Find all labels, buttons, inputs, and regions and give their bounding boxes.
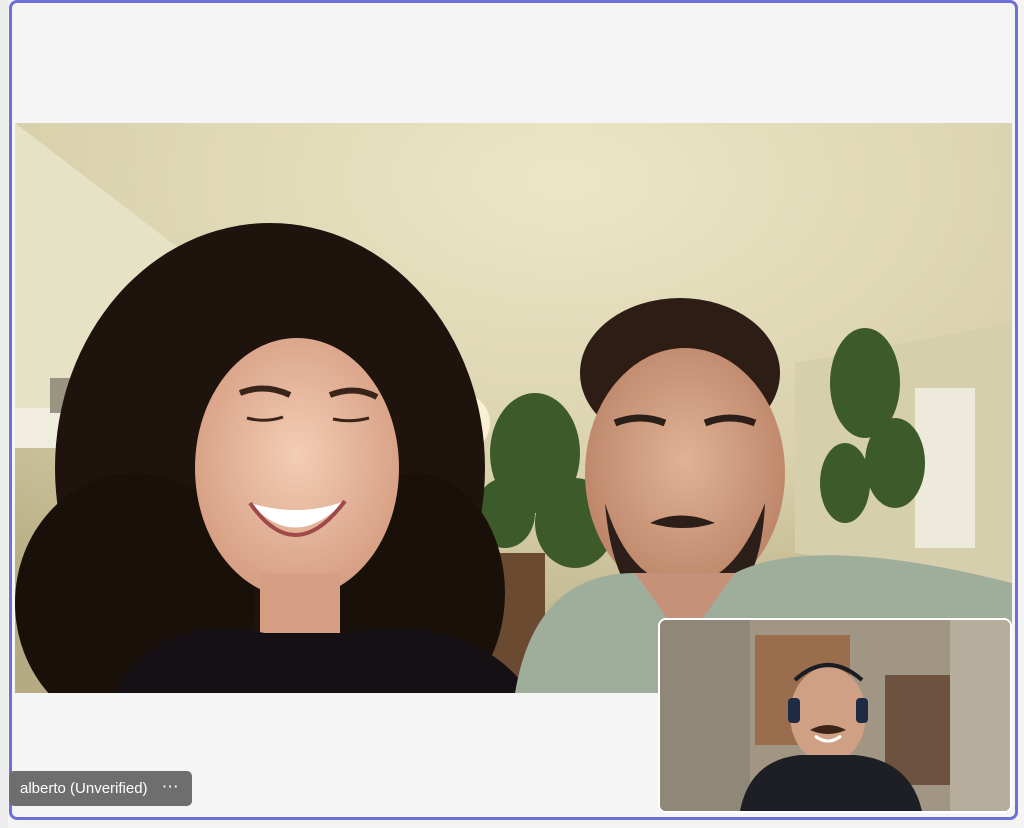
self-view-video[interactable] (658, 618, 1012, 813)
desktop-edge (0, 0, 8, 828)
more-horizontal-icon[interactable]: ⋯ (162, 778, 180, 799)
video-call-window (9, 0, 1018, 820)
participant-name-label: alberto (Unverified) (20, 780, 148, 797)
remote-video-image (15, 123, 1012, 693)
self-view-image (660, 620, 1010, 811)
remote-video-feed[interactable] (15, 123, 1012, 693)
participant-name-badge: alberto (Unverified) ⋯ (9, 771, 192, 806)
